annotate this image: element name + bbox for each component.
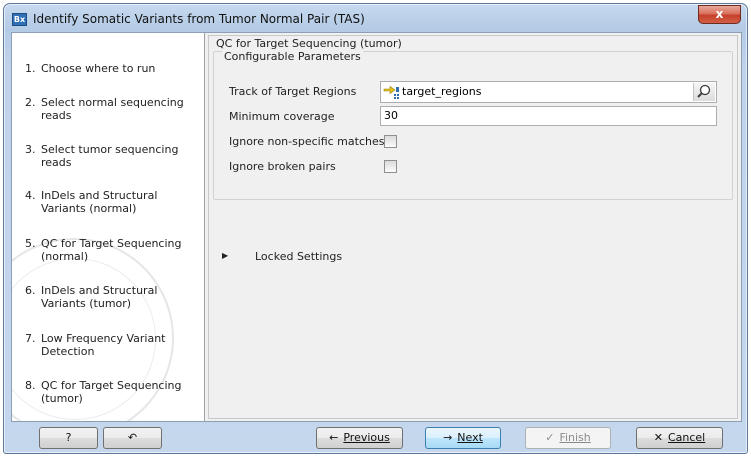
close-button[interactable]: x [698,5,741,24]
checkmark-icon: ✓ [545,431,555,444]
previous-button[interactable]: ← Previous [316,427,403,449]
nonspecific-label: Ignore non-specific matches [229,135,385,148]
client-area: 1. Choose where to run 2. Select normal … [11,32,742,422]
help-button[interactable]: ? [39,427,98,449]
arrow-left-icon: ← [329,431,339,444]
track-value: target_regions [402,85,482,98]
expand-triangle-icon: ▶ [222,251,229,260]
step-label: InDels and Structural Variants (tumor) [41,284,158,310]
window-title: Identify Somatic Variants from Tumor Nor… [33,12,365,26]
next-button[interactable]: → Next [425,427,501,449]
arrow-right-icon: → [443,431,453,444]
step-label: QC for Target Sequencing (normal) [41,237,182,263]
reset-button[interactable]: ↶ [103,427,162,449]
step-label: Choose where to run [41,62,156,75]
track-label: Track of Target Regions [229,85,357,98]
browse-button[interactable] [693,83,715,101]
track-regions-icon [383,85,399,99]
coverage-label: Minimum coverage [229,110,335,123]
broken-pairs-label: Ignore broken pairs [229,160,336,173]
panel-title: QC for Target Sequencing (tumor) [216,37,402,50]
ignore-nonspecific-checkbox[interactable] [384,135,397,148]
step-label: QC for Target Sequencing (tumor) [41,379,182,405]
steps-panel: 1. Choose where to run 2. Select normal … [12,33,205,421]
group-title: Configurable Parameters [222,50,363,63]
locked-settings-label: Locked Settings [255,250,343,263]
step-label: Select tumor sequencing reads [41,143,179,169]
finish-button[interactable]: ✓ Finish [525,427,611,449]
wizard-window: Bx Identify Somatic Variants from Tumor … [3,3,748,454]
app-icon: Bx [12,13,27,26]
ignore-broken-pairs-checkbox[interactable] [384,160,397,173]
cancel-button[interactable]: ✕ Cancel [636,427,723,449]
settings-panel: QC for Target Sequencing (tumor) Configu… [208,35,738,419]
step-label: InDels and Structural Variants (normal) [41,189,158,215]
reset-icon: ↶ [127,431,138,444]
step-label: Low Frequency Variant Detection [41,332,166,358]
title-bar[interactable]: Bx Identify Somatic Variants from Tumor … [4,4,747,32]
minimum-coverage-input[interactable]: 30 [380,106,717,126]
browse-magnifier-icon [697,84,711,98]
x-icon: ✕ [653,431,663,444]
step-label: Select normal sequencing reads [41,96,184,122]
track-of-target-regions-field[interactable]: target_regions [380,81,717,103]
